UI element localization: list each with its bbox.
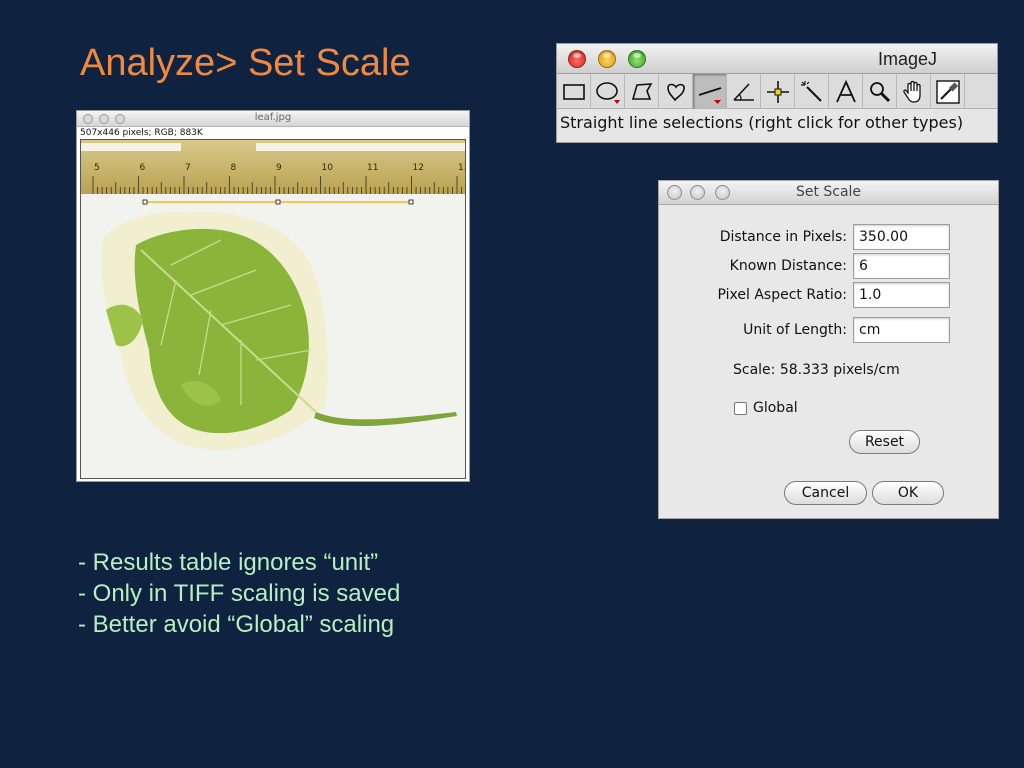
rectangle-tool[interactable] [557,74,591,109]
scale-readout: Scale: 58.333 pixels/cm [733,362,900,378]
cancel-button[interactable]: Cancel [784,481,867,505]
text-tool[interactable] [829,74,863,109]
ruler-label: 10 [322,163,334,173]
minimize-icon[interactable] [598,50,616,68]
leaf-window-titlebar: leaf.jpg [77,111,469,127]
imagej-window: ImageJ Straight line selections (right c… [556,43,998,143]
text-icon [835,79,856,102]
close-icon[interactable] [568,50,586,68]
freehand-icon [666,83,685,101]
line-icon [698,86,721,104]
toolbar-filler [965,74,997,108]
set-scale-dialog: Set Scale Distance in Pixels: 350.00 Kno… [658,180,999,519]
leaf-window-title: leaf.jpg [254,112,292,123]
zoom-icon[interactable] [628,50,646,68]
known-distance-row: Known Distance: 6 [659,253,1000,279]
freehand-tool[interactable] [659,74,693,109]
ruler-label: 13 [458,163,466,173]
unit-of-length-label: Unit of Length: [743,322,847,338]
bullet-item: - Better avoid “Global” scaling [78,611,395,638]
ruler-label: 6 [140,163,146,173]
leaf-image-canvas[interactable]: 5 6 7 8 9 10 11 12 13 [80,139,466,479]
bullet-list: - Results table ignores “unit” - Only in… [78,547,400,640]
ruler: 5 6 7 8 9 10 11 12 13 [81,140,466,194]
ruler-label: 8 [231,163,237,173]
bullet-item: - Only in TIFF scaling is saved [78,580,401,607]
distance-in-pixels-input[interactable]: 350.00 [853,224,950,250]
reset-button[interactable]: Reset [849,430,920,454]
wand-tool[interactable] [795,74,829,109]
oval-icon [595,81,620,104]
leaf-photo: 5 6 7 8 9 10 11 12 13 [81,140,466,478]
polygon-icon [631,82,652,100]
ruler-label: 7 [185,163,191,173]
ruler-label: 9 [276,163,282,173]
set-scale-title: Set Scale [795,184,862,200]
ruler-label: 11 [367,163,378,173]
hand-icon [902,80,921,103]
image-info-text: 507x446 pixels; RGB; 883K [80,128,203,138]
angle-tool[interactable] [727,74,761,109]
set-scale-titlebar: Set Scale [659,181,998,205]
eyedropper-icon [935,79,960,104]
imagej-toolbar [557,74,997,109]
imagej-title: ImageJ [877,49,937,69]
scroll-tool[interactable] [897,74,931,109]
ruler-label: 5 [94,163,100,173]
global-option[interactable]: Global [734,400,798,416]
distance-in-pixels-row: Distance in Pixels: 350.00 [659,224,1000,250]
global-checkbox[interactable] [734,401,747,415]
angle-icon [732,82,754,101]
pixel-aspect-ratio-input[interactable]: 1.0 [853,282,950,308]
unit-of-length-input[interactable]: cm [853,317,950,343]
straight-line-tool[interactable] [693,74,727,109]
tool-status-text: Straight line selections (right click fo… [560,113,964,132]
ok-button[interactable]: OK [872,481,944,505]
distance-in-pixels-label: Distance in Pixels: [719,229,847,245]
wand-icon [800,80,822,102]
rectangle-icon [562,83,585,100]
leaf-image-window: leaf.jpg 507x446 pixels; RGB; 883K 5 6 7 8 9… [76,110,470,482]
pixel-aspect-ratio-row: Pixel Aspect Ratio: 1.0 [659,282,1000,308]
known-distance-label: Known Distance: [729,258,847,274]
pixel-aspect-ratio-label: Pixel Aspect Ratio: [717,287,848,303]
crosshair-icon [766,80,789,103]
color-picker-tool[interactable] [931,74,965,109]
slide-title: Analyze> Set Scale [80,42,411,84]
global-label: Global [753,400,798,416]
magnifier-tool[interactable] [863,74,897,109]
polygon-tool[interactable] [625,74,659,109]
unit-of-length-row: Unit of Length: cm [659,317,1000,343]
ruler-label: 12 [413,163,424,173]
oval-tool[interactable] [591,74,625,109]
bullet-item: - Results table ignores “unit” [78,549,379,576]
point-tool[interactable] [761,74,795,109]
imagej-titlebar: ImageJ [557,44,997,74]
known-distance-input[interactable]: 6 [853,253,950,279]
magnifier-icon [869,81,890,102]
